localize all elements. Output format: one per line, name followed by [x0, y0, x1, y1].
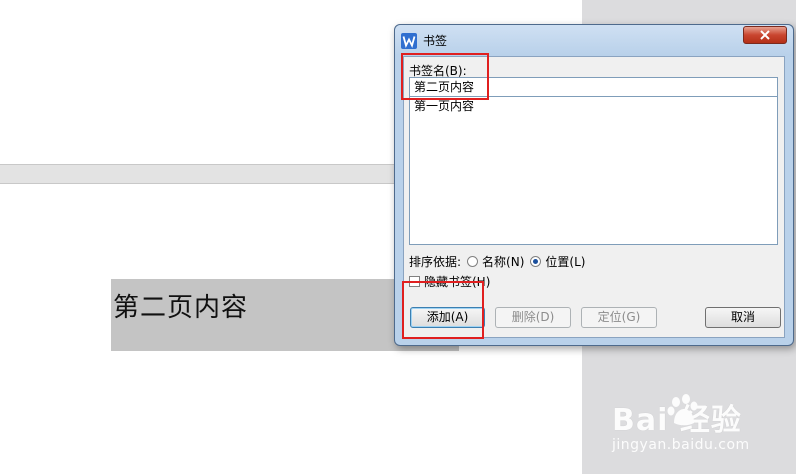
screen: 第二页内容 书签 书签名(B): 第二页内容 第一页内容 排序依据: 名称(N)… — [0, 0, 796, 474]
sort-by-name-label[interactable]: 名称(N) — [482, 253, 524, 270]
cancel-button[interactable]: 取消 — [705, 307, 781, 328]
sort-by-row: 排序依据: 名称(N) 位置(L) — [409, 252, 585, 270]
goto-button[interactable]: 定位(G) — [581, 307, 657, 328]
baidu-paw-icon — [667, 394, 698, 426]
baidu-jingyan-watermark: Bai 经验 jingyan.baidu.com — [612, 394, 782, 461]
bookmark-list[interactable]: 第一页内容 — [409, 97, 778, 245]
sort-by-position-label[interactable]: 位置(L) — [545, 253, 585, 270]
wps-writer-icon — [401, 33, 417, 49]
sort-by-label: 排序依据: — [409, 254, 462, 269]
watermark-url: jingyan.baidu.com — [612, 437, 750, 453]
dialog-titlebar[interactable]: 书签 — [395, 25, 793, 55]
sort-by-name-radio[interactable] — [467, 255, 479, 267]
dialog-title: 书签 — [423, 34, 448, 48]
close-icon — [760, 30, 770, 40]
delete-button[interactable]: 删除(D) — [495, 307, 571, 328]
add-button-highlight — [402, 281, 484, 339]
sort-by-position-radio[interactable] — [530, 255, 542, 267]
bookmark-name-highlight — [401, 53, 489, 100]
close-button[interactable] — [743, 26, 787, 44]
